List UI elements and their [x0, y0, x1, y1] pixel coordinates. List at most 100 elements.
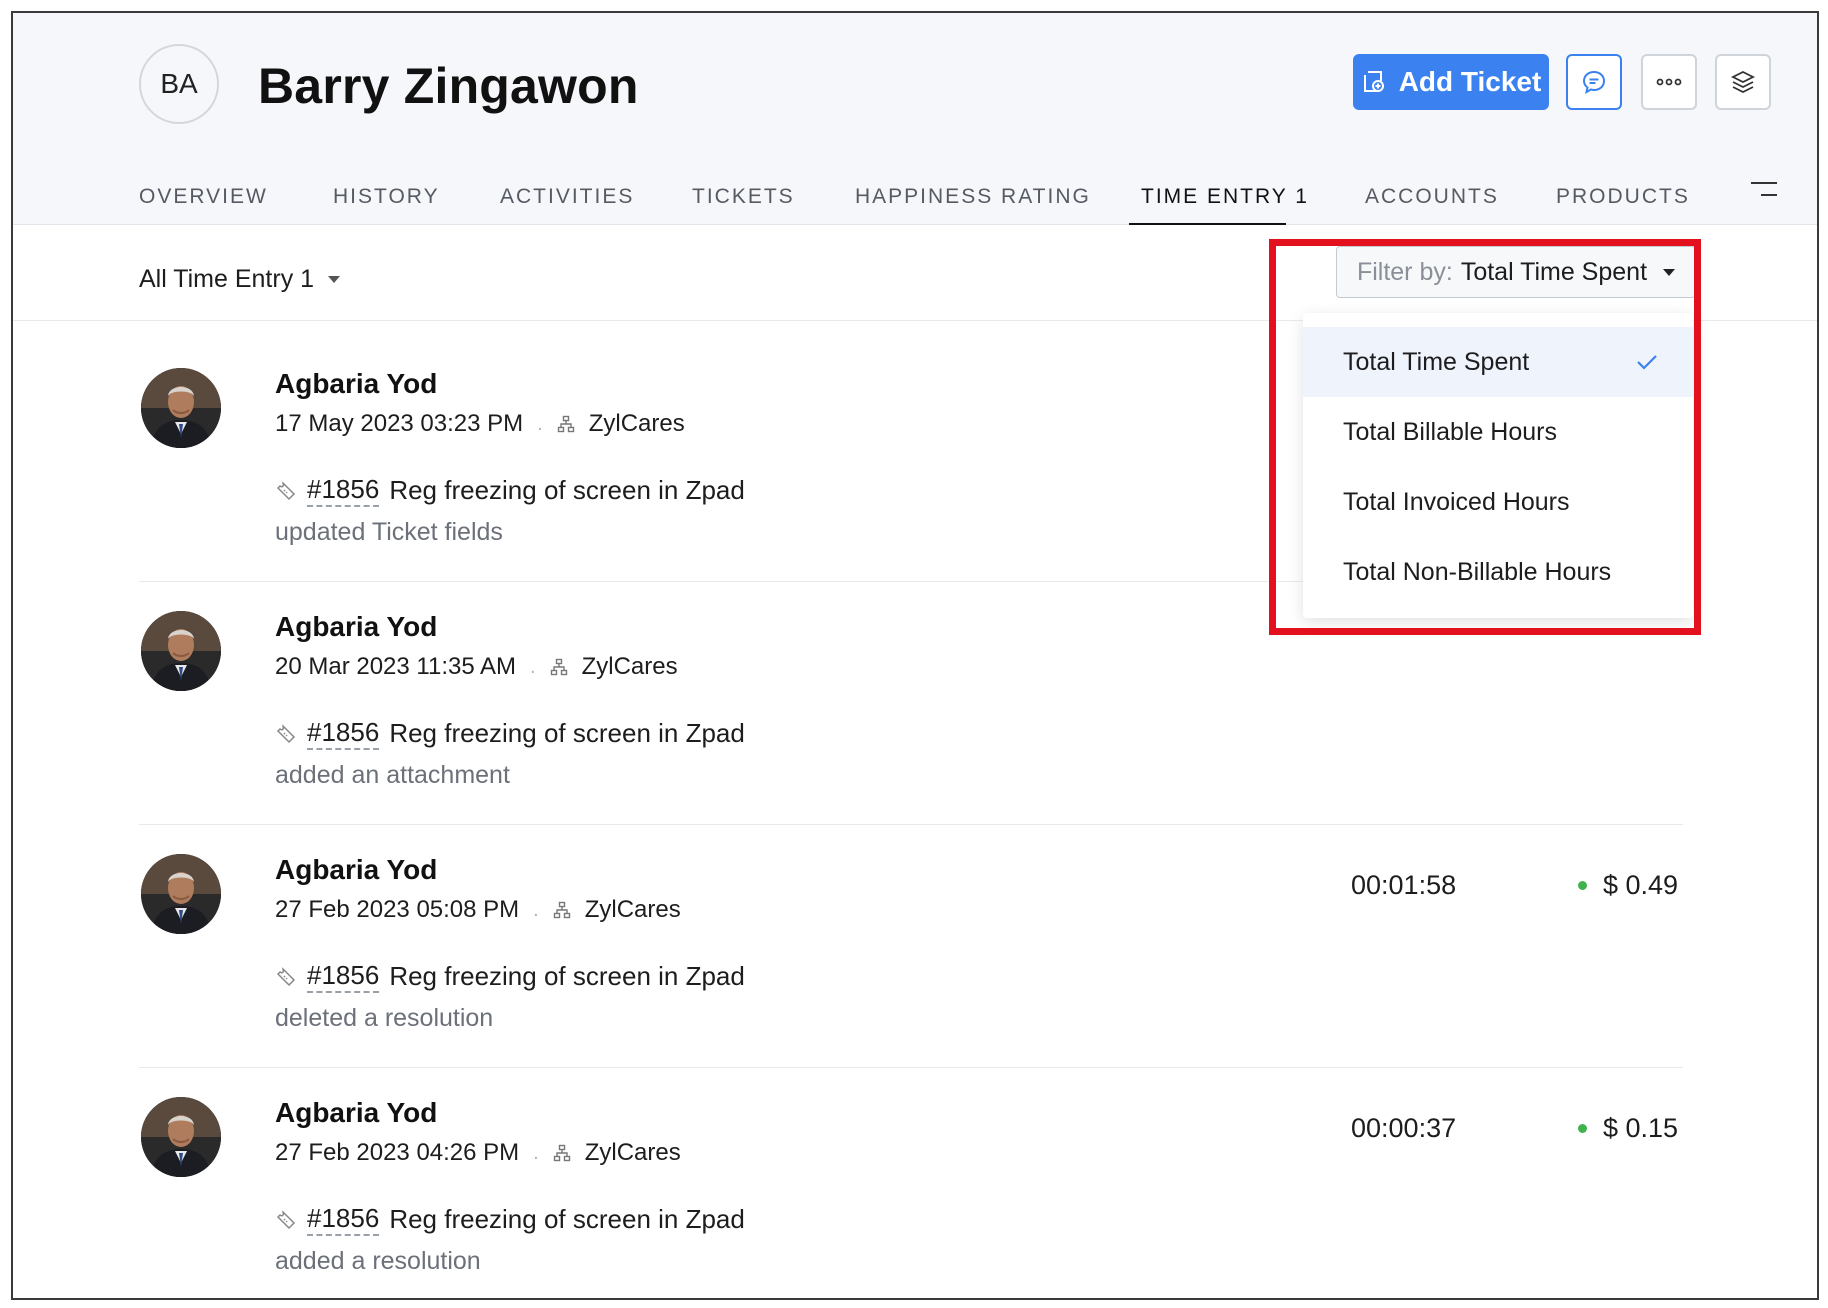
filter-option-total-invoiced-hours[interactable]: Total Invoiced Hours [1303, 467, 1693, 537]
account-hierarchy-icon [550, 658, 567, 676]
billable-status-dot [1578, 1124, 1587, 1133]
app-window: BA Barry Zingawon Add Ticket OVERVIEW HI… [11, 11, 1819, 1300]
tab-tickets[interactable]: TICKETS [692, 185, 795, 209]
tab-activities[interactable]: ACTIVITIES [500, 185, 634, 209]
entry-divider [139, 824, 1683, 825]
agent-avatar [141, 854, 221, 934]
filter-option-label: Total Billable Hours [1343, 417, 1557, 446]
account-name[interactable]: ZylCares [589, 410, 685, 438]
filter-value: Total Time Spent [1460, 257, 1648, 286]
view-selector-label: All Time Entry 1 [139, 265, 315, 293]
filter-option-total-billable-hours[interactable]: Total Billable Hours [1303, 397, 1693, 467]
agent-name[interactable]: Agbaria Yod [275, 368, 437, 400]
filter-dropdown-menu: Total Time Spent Total Billable Hours To… [1303, 313, 1693, 618]
entry-amount: $ 0.49 [1578, 870, 1678, 901]
entry-meta: 17 May 2023 03:23 PM . ZylCares [275, 410, 685, 438]
entry-meta: 27 Feb 2023 04:26 PM . ZylCares [275, 1139, 681, 1167]
filter-by-dropdown[interactable]: Filter by: Total Time Spent [1336, 246, 1696, 298]
contact-name: Barry Zingawon [258, 58, 639, 114]
agent-name[interactable]: Agbaria Yod [275, 611, 437, 643]
check-icon [1637, 355, 1657, 370]
ticket-id-link[interactable]: #1856 [307, 960, 380, 993]
entry-ticket: #1856 Reg freezing of screen in Zpad [275, 1203, 745, 1236]
ticket-subject[interactable]: Reg freezing of screen in Zpad [389, 475, 745, 506]
filter-option-total-time-spent[interactable]: Total Time Spent [1303, 327, 1693, 397]
add-ticket-label: Add Ticket [1398, 66, 1542, 97]
ticket-subject[interactable]: Reg freezing of screen in Zpad [389, 718, 745, 749]
tab-happiness-rating[interactable]: HAPPINESS RATING [855, 185, 1091, 209]
tab-history[interactable]: HISTORY [333, 185, 440, 209]
add-ticket-icon [1363, 71, 1384, 92]
account-hierarchy-icon [557, 415, 574, 433]
filter-option-total-non-billable-hours[interactable]: Total Non-Billable Hours [1303, 537, 1693, 607]
tab-overview[interactable]: OVERVIEW [139, 185, 268, 209]
entry-action: added a resolution [275, 1247, 481, 1275]
amount-value: $ 0.49 [1603, 870, 1679, 900]
agent-avatar [141, 1097, 221, 1177]
account-name[interactable]: ZylCares [585, 1139, 681, 1167]
time-spent: 00:00:37 [1351, 1113, 1457, 1143]
layers-button[interactable] [1715, 54, 1771, 110]
entry-action: added an attachment [275, 761, 510, 789]
view-selector[interactable]: All Time Entry 1 [139, 265, 341, 294]
ticket-icon [276, 1209, 296, 1229]
separator-dot: . [530, 655, 536, 678]
ticket-icon [276, 966, 296, 986]
account-hierarchy-icon [553, 1144, 570, 1162]
tab-bar: OVERVIEW HISTORY ACTIVITIES TICKETS HAPP… [13, 173, 1817, 226]
contact-header: BA Barry Zingawon Add Ticket OVERVIEW HI… [13, 13, 1817, 226]
entry-meta: 20 Mar 2023 11:35 AM . ZylCares [275, 653, 678, 681]
ticket-icon [276, 480, 296, 500]
tab-products[interactable]: PRODUCTS [1556, 185, 1690, 209]
separator-dot: . [533, 1141, 539, 1164]
entry-datetime: 20 Mar 2023 11:35 AM [275, 653, 517, 680]
entry-amount: $ 0.15 [1578, 1113, 1678, 1144]
separator-dot: . [537, 412, 543, 435]
entry-action: updated Ticket fields [275, 518, 503, 546]
contact-avatar: BA [139, 44, 219, 124]
time-entry-row[interactable]: Agbaria Yod 27 Feb 2023 04:26 PM . ZylCa… [13, 1069, 1817, 1298]
chat-icon [1582, 70, 1606, 94]
entry-action: deleted a resolution [275, 1004, 494, 1032]
entry-ticket: #1856 Reg freezing of screen in Zpad [275, 717, 745, 750]
tab-menu-icon[interactable] [1749, 179, 1779, 199]
layers-icon [1730, 70, 1756, 94]
add-ticket-button[interactable]: Add Ticket [1353, 54, 1549, 110]
entry-meta: 27 Feb 2023 05:08 PM . ZylCares [275, 896, 681, 924]
filter-option-label: Total Invoiced Hours [1343, 487, 1570, 516]
more-icon [1656, 78, 1682, 86]
entry-datetime: 17 May 2023 03:23 PM [275, 410, 524, 437]
more-options-button[interactable] [1641, 54, 1697, 110]
ticket-id-link[interactable]: #1856 [307, 1203, 380, 1236]
entry-ticket: #1856 Reg freezing of screen in Zpad [275, 474, 745, 507]
chat-button[interactable] [1566, 54, 1622, 110]
ticket-id-link[interactable]: #1856 [307, 717, 380, 750]
filter-option-label: Total Non-Billable Hours [1343, 557, 1612, 586]
tab-accounts[interactable]: ACCOUNTS [1365, 185, 1499, 209]
separator-dot: . [533, 898, 539, 921]
entry-divider [139, 1067, 1683, 1068]
time-entry-row[interactable]: Agbaria Yod 20 Mar 2023 11:35 AM . ZylCa… [13, 583, 1817, 823]
account-hierarchy-icon [553, 901, 570, 919]
agent-name[interactable]: Agbaria Yod [275, 854, 437, 886]
filter-option-label: Total Time Spent [1343, 347, 1530, 376]
amount-value: $ 0.15 [1603, 1113, 1679, 1143]
time-spent: 00:01:58 [1351, 870, 1457, 900]
account-name[interactable]: ZylCares [582, 653, 678, 681]
chevron-down-icon [328, 276, 341, 283]
entry-datetime: 27 Feb 2023 05:08 PM [275, 896, 520, 923]
time-entry-row[interactable]: Agbaria Yod 27 Feb 2023 05:08 PM . ZylCa… [13, 826, 1817, 1066]
agent-avatar [141, 611, 221, 691]
tab-time-entry[interactable]: TIME ENTRY 1 [1141, 185, 1309, 209]
filter-prefix: Filter by: [1356, 257, 1453, 286]
ticket-subject[interactable]: Reg freezing of screen in Zpad [389, 961, 745, 992]
agent-name[interactable]: Agbaria Yod [275, 1097, 437, 1129]
chevron-down-icon [1663, 268, 1676, 276]
ticket-id-link[interactable]: #1856 [307, 474, 380, 507]
entry-datetime: 27 Feb 2023 04:26 PM [275, 1139, 520, 1166]
ticket-subject[interactable]: Reg freezing of screen in Zpad [389, 1204, 745, 1235]
billable-status-dot [1578, 881, 1587, 890]
account-name[interactable]: ZylCares [585, 896, 681, 924]
agent-avatar [141, 368, 221, 448]
entry-ticket: #1856 Reg freezing of screen in Zpad [275, 960, 745, 993]
